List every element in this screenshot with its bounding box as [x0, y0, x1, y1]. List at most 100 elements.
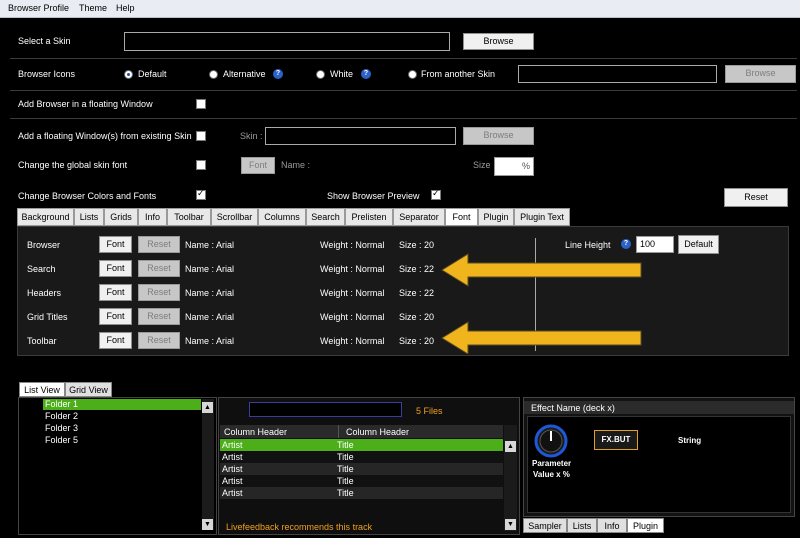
global-font-checkbox[interactable]: [196, 160, 206, 170]
menu-help[interactable]: Help: [116, 3, 135, 13]
font-row-label: Search: [27, 264, 56, 274]
font-button[interactable]: Font: [99, 332, 132, 349]
tab-lists-bottom[interactable]: Lists: [567, 518, 597, 533]
radio-white-label: White: [330, 69, 354, 79]
folder-item[interactable]: Folder 5: [43, 435, 201, 446]
skin-label: Skin :: [240, 131, 263, 141]
font-button[interactable]: Font: [99, 236, 132, 253]
table-row[interactable]: Artist Title: [220, 487, 503, 499]
reset-font-button[interactable]: Reset: [138, 236, 180, 253]
radio-default-label: Default: [138, 69, 167, 79]
tab-separator[interactable]: Separator: [393, 208, 445, 226]
font-button[interactable]: Font: [99, 284, 132, 301]
tab-sampler[interactable]: Sampler: [523, 518, 567, 533]
scroll-up-icon[interactable]: ▲: [202, 402, 213, 413]
help-icon[interactable]: ?: [273, 69, 283, 79]
table-row[interactable]: Artist Title: [220, 475, 503, 487]
tab-plugin-bottom[interactable]: Plugin: [627, 518, 664, 533]
folder-item[interactable]: Folder 3: [43, 423, 201, 434]
divider: [10, 90, 797, 91]
select-skin-browse-button[interactable]: Browse: [463, 33, 534, 50]
search-input[interactable]: [249, 402, 402, 417]
reset-font-button[interactable]: Reset: [138, 260, 180, 277]
radio-from-another-skin[interactable]: [408, 70, 417, 79]
tab-info-bottom[interactable]: Info: [597, 518, 627, 533]
line-height-input[interactable]: 100: [636, 236, 674, 253]
tab-list-view[interactable]: List View: [19, 382, 65, 397]
menu-theme[interactable]: Theme: [79, 3, 107, 13]
browser-icons-label: Browser Icons: [18, 69, 76, 79]
title-cell: Title: [337, 476, 354, 486]
font-row-label: Browser: [27, 240, 61, 250]
font-weight: Weight : Normal: [320, 240, 385, 250]
scroll-down-icon[interactable]: ▼: [505, 519, 516, 530]
divider: [10, 118, 797, 119]
radio-alternative[interactable]: [209, 70, 218, 79]
reset-button[interactable]: Reset: [724, 188, 788, 207]
effect-header: Effect Name (deck x): [524, 401, 794, 414]
arrow-icon: [441, 321, 642, 354]
font-weight: Weight : Normal: [320, 264, 385, 274]
reset-font-button[interactable]: Reset: [138, 332, 180, 349]
show-preview-checkbox[interactable]: [431, 188, 441, 200]
icons-browse-button[interactable]: Browse: [725, 65, 796, 83]
global-font-button[interactable]: Font: [241, 157, 275, 174]
tab-info[interactable]: Info: [138, 208, 167, 226]
line-height-label: Line Height: [565, 240, 611, 250]
tab-toolbar[interactable]: Toolbar: [167, 208, 211, 226]
skin-path-input[interactable]: [124, 32, 450, 51]
font-size-input[interactable]: %: [494, 157, 534, 176]
radio-default[interactable]: [124, 70, 133, 79]
tab-columns[interactable]: Columns: [258, 208, 306, 226]
tab-background[interactable]: Background: [17, 208, 74, 226]
tab-lists[interactable]: Lists: [74, 208, 104, 226]
font-size: Size : 20: [399, 240, 435, 250]
font-size: Size : 20: [399, 336, 435, 346]
tab-search[interactable]: Search: [306, 208, 345, 226]
parameter-knob-icon[interactable]: [532, 423, 570, 459]
menu-bar: Browser Profile Theme Help: [0, 0, 800, 18]
show-preview-label: Show Browser Preview: [327, 191, 420, 201]
scroll-down-icon[interactable]: ▼: [202, 519, 213, 530]
tab-prelisten[interactable]: Prelisten: [345, 208, 393, 226]
reset-font-button[interactable]: Reset: [138, 308, 180, 325]
line-height-default-button[interactable]: Default: [678, 235, 719, 254]
tab-grid-view[interactable]: Grid View: [65, 382, 112, 397]
floating-window-checkbox[interactable]: [196, 99, 206, 109]
reset-font-button[interactable]: Reset: [138, 284, 180, 301]
help-icon[interactable]: ?: [361, 69, 371, 79]
floating-existing-checkbox[interactable]: [196, 131, 206, 141]
font-size: Size : 20: [399, 312, 435, 322]
column-header[interactable]: Column Header: [346, 427, 409, 437]
folder-item[interactable]: Folder 1: [43, 399, 201, 410]
effect-string: String: [678, 436, 702, 445]
table-row[interactable]: Artist Title: [220, 463, 503, 475]
tab-grids[interactable]: Grids: [104, 208, 138, 226]
column-header[interactable]: Column Header: [224, 427, 287, 437]
tab-plugin-text[interactable]: Plugin Text: [514, 208, 570, 226]
floating-skin-input[interactable]: [265, 127, 456, 145]
font-name: Name : Arial: [185, 336, 235, 346]
folder-scrollbar[interactable]: [202, 399, 214, 530]
effect-title: Effect Name (deck x): [531, 403, 615, 413]
fx-button[interactable]: FX.BUT: [594, 430, 638, 450]
scroll-up-icon[interactable]: ▲: [505, 441, 516, 452]
title-cell: Title: [337, 488, 354, 498]
font-size: Size : 22: [399, 264, 435, 274]
tab-scrollbar[interactable]: Scrollbar: [211, 208, 258, 226]
help-icon[interactable]: ?: [621, 239, 631, 249]
radio-white[interactable]: [316, 70, 325, 79]
tab-font[interactable]: Font: [445, 208, 478, 226]
table-row[interactable]: Artist Title: [220, 439, 503, 451]
font-button[interactable]: Font: [99, 308, 132, 325]
colors-fonts-checkbox[interactable]: [196, 188, 206, 200]
artist-cell: Artist: [222, 452, 243, 462]
font-button[interactable]: Font: [99, 260, 132, 277]
table-row[interactable]: Artist Title: [220, 451, 503, 463]
artist-cell: Artist: [222, 464, 243, 474]
icons-skin-input[interactable]: [518, 65, 717, 83]
menu-browser-profile[interactable]: Browser Profile: [8, 3, 69, 13]
tab-plugin[interactable]: Plugin: [478, 208, 514, 226]
folder-item[interactable]: Folder 2: [43, 411, 201, 422]
floating-browse-button[interactable]: Browse: [463, 127, 534, 145]
